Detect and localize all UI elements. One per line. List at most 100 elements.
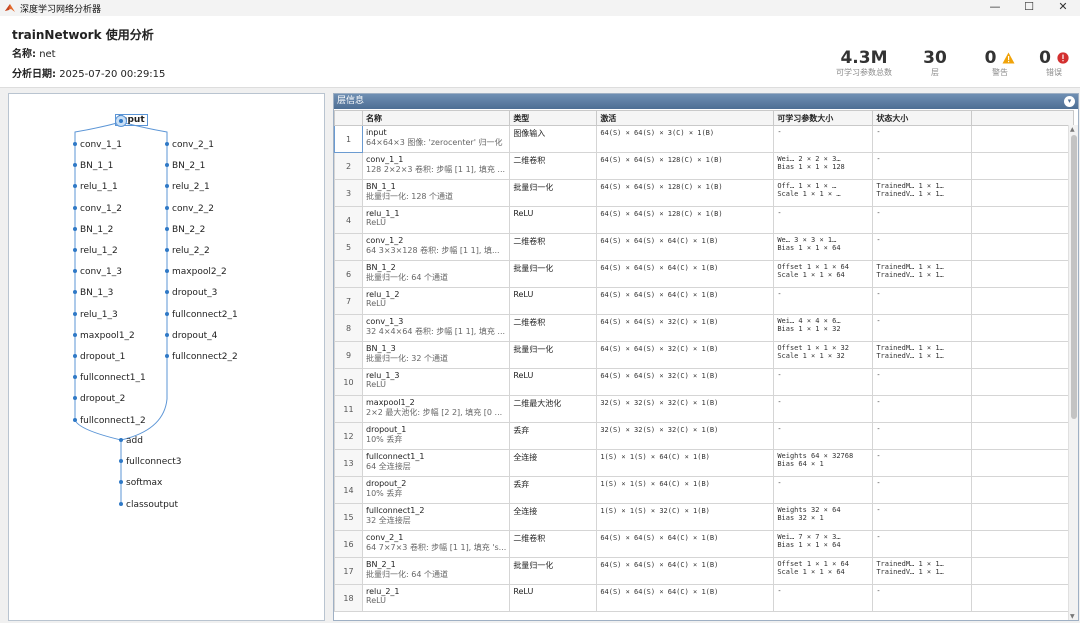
layer-description: 批量归一化: 32 个通道 (366, 354, 448, 363)
graph-node-bn_2_1[interactable]: BN_2_1 (165, 161, 205, 171)
graph-node-maxpool1_2[interactable]: maxpool1_2 (73, 331, 135, 341)
graph-node-label: relu_1_1 (80, 182, 118, 193)
layer-table-scrollbar[interactable]: ▲ ▼ (1068, 125, 1078, 620)
row-index: 12 (343, 431, 354, 441)
graph-node-fullconnect2_2[interactable]: fullconnect2_2 (165, 352, 238, 362)
col-learnable-size[interactable]: 可学习参数大小 (773, 110, 874, 126)
graph-node-softmax[interactable]: softmax (119, 478, 162, 488)
table-row[interactable]: 15 fullconnect1_2 32 全连接层 全连接 1(S) × 1(S) × … (334, 503, 1075, 531)
col-state-size[interactable]: 状态大小 (872, 110, 973, 126)
graph-node-conv_2_1[interactable]: conv_2_1 (165, 140, 214, 150)
layer-name: fullconnect1_1 (366, 452, 425, 461)
learnable-param: Bias 1 × 1 × 64 (777, 244, 841, 252)
learnable-params-stat: 4.3M 可学习参数总数 (830, 48, 898, 78)
table-row[interactable]: 17 BN_2_1 批量归一化: 64 个通道 批量归一化 64(S) × 64(S) … (334, 557, 1075, 585)
table-row[interactable]: 5 conv_1_2 64 3×3×128 卷积: 步幅 [1 1], 填... 二维… (334, 233, 1075, 261)
node-dot-icon (73, 290, 77, 295)
scroll-down-icon[interactable]: ▼ (1070, 613, 1075, 620)
graph-node-label: relu_1_3 (80, 309, 118, 320)
table-row[interactable]: 14 dropout_2 10% 丢弃 丢弃 1(S) × 1(S) × 64(C) ×… (334, 476, 1075, 504)
graph-node-relu_1_3[interactable]: relu_1_3 (73, 310, 118, 320)
network-graph-panel[interactable]: input conv_1_1 BN_1_1 relu_1_1 conv_1_2 BN_1… (8, 93, 325, 621)
graph-node-fullconnect3[interactable]: fullconnect3 (119, 457, 181, 467)
graph-node-classoutput[interactable]: classoutput (119, 500, 178, 510)
graph-node-label: BN_2_1 (172, 161, 206, 172)
col-filler (971, 110, 1075, 126)
row-filler (971, 368, 1075, 396)
graph-node-label: softmax (126, 478, 163, 489)
network-name-line: 名称: net (12, 45, 56, 60)
graph-node-label: BN_2_2 (172, 224, 206, 235)
graph-node-relu_2_2[interactable]: relu_2_2 (165, 246, 210, 256)
row-filler (971, 476, 1075, 504)
layer-type: 全连接 (513, 453, 538, 462)
graph-node-input[interactable]: input (115, 114, 148, 127)
errors-stat[interactable]: 0 错误 (1034, 48, 1074, 78)
graph-node-dropout_4[interactable]: dropout_4 (165, 331, 217, 341)
errors-label: 错误 (1046, 68, 1062, 77)
scrollbar-thumb[interactable] (1071, 135, 1077, 419)
col-index[interactable] (334, 110, 363, 126)
close-button[interactable]: ✕ (1046, 0, 1080, 16)
table-row[interactable]: 13 fullconnect1_1 64 全连接层 全连接 1(S) × 1(S) × … (334, 449, 1075, 477)
layer-name: BN_1_3 (366, 344, 396, 353)
col-activation[interactable]: 激活 (596, 110, 775, 126)
table-row[interactable]: 9 BN_1_3 批量归一化: 32 个通道 批量归一化 64(S) × 64(S) ×… (334, 341, 1075, 369)
table-row[interactable]: 8 conv_1_3 32 4×4×64 卷积: 步幅 [1 1], 填充 ... 二… (334, 314, 1075, 342)
table-row[interactable]: 7 relu_1_2 ReLU ReLU 64(S) × 64(S) × 64(C) ×… (334, 287, 1075, 315)
col-type[interactable]: 类型 (509, 110, 598, 126)
row-filler (971, 503, 1075, 531)
table-row[interactable]: 6 BN_1_2 批量归一化: 64 个通道 批量归一化 64(S) × 64(S) ×… (334, 260, 1075, 288)
graph-node-bn_1_3[interactable]: BN_1_3 (73, 288, 113, 298)
graph-node-bn_1_2[interactable]: BN_1_2 (73, 225, 113, 235)
graph-node-bn_1_1[interactable]: BN_1_1 (73, 161, 113, 171)
graph-node-dropout_3[interactable]: dropout_3 (165, 288, 217, 298)
table-row[interactable]: 16 conv_2_1 64 7×7×3 卷积: 步幅 [1 1], 填充 's..… (334, 530, 1075, 558)
layer-activation: 1(S) × 1(S) × 32(C) × 1(B) (600, 507, 710, 515)
row-filler (971, 260, 1075, 288)
graph-node-dropout_2[interactable]: dropout_2 (73, 394, 125, 404)
graph-node-relu_1_1[interactable]: relu_1_1 (73, 182, 118, 192)
maximize-button[interactable]: ☐ (1012, 0, 1046, 16)
table-row[interactable]: 11 maxpool1_2 2×2 最大池化: 步幅 [2 2], 填充 [0 ..… (334, 395, 1075, 423)
graph-node-conv_2_2[interactable]: conv_2_2 (165, 204, 214, 214)
collapse-chevron-icon[interactable]: ▾ (1064, 96, 1075, 107)
state-param: TrainedM… 1 × 1… (876, 560, 944, 568)
graph-node-maxpool2_2[interactable]: maxpool2_2 (165, 267, 227, 277)
graph-node-relu_2_1[interactable]: relu_2_1 (165, 182, 210, 192)
table-row[interactable]: 2 conv_1_1 128 2×2×3 卷积: 步幅 [1 1], 填充 ... 二… (334, 152, 1075, 180)
warnings-stat[interactable]: 0 警告 (976, 48, 1024, 78)
table-row[interactable]: 4 relu_1_1 ReLU ReLU 64(S) × 64(S) × 128(C) … (334, 206, 1075, 234)
graph-node-conv_1_2[interactable]: conv_1_2 (73, 204, 122, 214)
table-row[interactable]: 18 relu_2_1 ReLU ReLU 64(S) × 64(S) × 64(C) … (334, 584, 1075, 612)
table-row[interactable]: 1 input 64×64×3 图像: 'zerocenter' 归一化 图像输入 64… (334, 125, 1075, 153)
node-dot-icon (165, 226, 169, 231)
graph-node-label: dropout_2 (80, 394, 126, 405)
graph-node-conv_1_1[interactable]: conv_1_1 (73, 140, 122, 150)
layer-type: 批量归一化 (513, 345, 554, 354)
table-row[interactable]: 3 BN_1_1 批量归一化: 128 个通道 批量归一化 64(S) × 64(S) … (334, 179, 1075, 207)
col-name[interactable]: 名称 (361, 110, 511, 126)
table-row[interactable]: 12 dropout_1 10% 丢弃 丢弃 32(S) × 32(S) × 32(C)… (334, 422, 1075, 450)
graph-node-dropout_1[interactable]: dropout_1 (73, 352, 125, 362)
graph-node-fullconnect1_1[interactable]: fullconnect1_1 (73, 373, 146, 383)
row-index: 14 (343, 485, 354, 495)
node-dot-icon (73, 269, 77, 274)
layer-activation: 64(S) × 64(S) × 32(C) × 1(B) (600, 372, 719, 380)
graph-node-fullconnect1_2[interactable]: fullconnect1_2 (73, 416, 146, 426)
graph-node-relu_1_2[interactable]: relu_1_2 (73, 246, 118, 256)
learnable-param: Bias 32 × 1 (777, 514, 824, 522)
layer-description: 批量归一化: 64 个通道 (366, 273, 448, 282)
scroll-up-icon[interactable]: ▲ (1070, 126, 1075, 133)
layer-activation: 64(S) × 64(S) × 128(C) × 1(B) (600, 156, 723, 164)
graph-node-add[interactable]: add (119, 436, 143, 446)
graph-node-conv_1_3[interactable]: conv_1_3 (73, 267, 122, 277)
minimize-button[interactable]: — (978, 0, 1012, 16)
layer-activation: 64(S) × 64(S) × 64(C) × 1(B) (600, 561, 719, 569)
learnable-param: Bias 1 × 1 × 32 (777, 325, 841, 333)
graph-node-bn_2_2[interactable]: BN_2_2 (165, 225, 205, 235)
table-row[interactable]: 10 relu_1_3 ReLU ReLU 64(S) × 64(S) × 32(C) … (334, 368, 1075, 396)
layer-type: ReLU (513, 587, 534, 596)
layer-activation: 1(S) × 1(S) × 64(C) × 1(B) (600, 453, 710, 461)
graph-node-fullconnect2_1[interactable]: fullconnect2_1 (165, 310, 238, 320)
